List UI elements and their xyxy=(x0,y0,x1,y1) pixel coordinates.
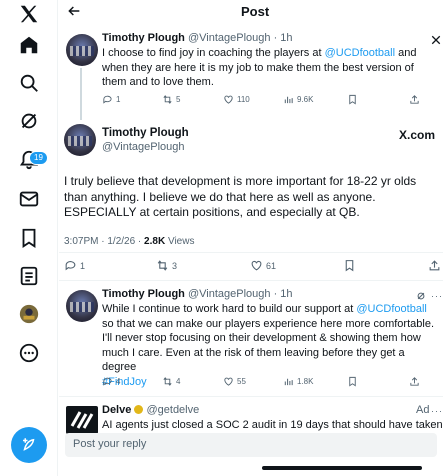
views-count: 2.8K xyxy=(144,236,166,247)
sidebar-nav: 19 xyxy=(0,0,58,476)
more-options-icon[interactable]: ··· xyxy=(431,406,443,416)
repost-button[interactable]: 4 xyxy=(162,376,180,387)
repost-button[interactable]: 5 xyxy=(162,94,180,105)
messages-icon[interactable] xyxy=(17,187,41,211)
heart-icon xyxy=(224,377,233,386)
reply-button[interactable]: 1 xyxy=(64,259,85,272)
heart-icon xyxy=(251,260,262,271)
post-detail-column: Post Timothy Plough @VintagePlough · 1h … xyxy=(59,0,443,476)
more-icon[interactable] xyxy=(17,341,41,365)
bookmark-icon xyxy=(349,94,356,105)
post-meta: 3:07PM · 1/2/26 · 2.8K Views xyxy=(64,236,195,247)
bookmark-button[interactable] xyxy=(343,259,356,272)
lists-icon[interactable] xyxy=(17,264,41,288)
avatar[interactable] xyxy=(66,290,98,322)
reply-icon xyxy=(65,261,76,271)
views-button[interactable]: 1.8K xyxy=(283,376,313,387)
bookmark-button[interactable] xyxy=(347,376,358,387)
thread-connector xyxy=(80,68,82,120)
author-name[interactable]: Timothy Plough xyxy=(102,288,185,300)
tweet-text: I truly believe that development is more… xyxy=(64,174,417,219)
ad-label: Ad xyxy=(416,404,430,416)
back-arrow-icon[interactable] xyxy=(66,3,82,24)
timestamp[interactable]: · 1h xyxy=(274,32,293,44)
tweet-actions: 1 3 61 xyxy=(64,259,441,273)
share-button[interactable] xyxy=(409,94,420,105)
notification-count-badge: 19 xyxy=(29,151,48,165)
share-button[interactable] xyxy=(409,376,420,387)
page-title: Post xyxy=(241,4,270,19)
mention-link[interactable]: @UCDfootball xyxy=(325,47,395,59)
tweet-actions: 4 4 55 1.8K xyxy=(102,376,437,390)
repost-icon xyxy=(163,95,172,104)
share-icon xyxy=(410,377,419,386)
heart-icon xyxy=(224,95,233,104)
avatar[interactable] xyxy=(66,34,98,66)
reply-button[interactable]: 4 xyxy=(102,376,120,387)
verified-badge-icon xyxy=(134,405,144,414)
grok-icon[interactable] xyxy=(17,109,41,133)
reply-icon xyxy=(103,377,112,386)
tweet-author[interactable]: Timothy Plough @VintagePlough · 1h xyxy=(102,32,293,44)
tweet-author[interactable]: Timothy Plough @VintagePlough · 1h xyxy=(102,288,293,300)
more-options-icon[interactable]: ··· xyxy=(431,291,443,301)
bookmarks-icon[interactable] xyxy=(17,226,41,250)
bookmark-icon xyxy=(349,376,356,387)
share-button[interactable] xyxy=(428,259,441,272)
share-icon xyxy=(429,260,440,271)
ad-text: AI agents just closed a SOC 2 audit in 1… xyxy=(102,419,443,431)
author-name[interactable]: Timothy Plough xyxy=(102,32,185,44)
author-handle[interactable]: @VintagePlough xyxy=(188,32,271,44)
reply-icon xyxy=(103,95,112,104)
author-name[interactable]: Timothy Plough xyxy=(102,127,189,139)
views-icon xyxy=(284,378,293,386)
author-handle[interactable]: @VintagePlough xyxy=(188,288,271,300)
repost-button[interactable]: 3 xyxy=(156,259,177,272)
divider xyxy=(59,252,443,253)
home-icon[interactable] xyxy=(17,33,41,57)
repost-icon xyxy=(157,260,168,271)
author-name[interactable]: Delve xyxy=(102,404,131,416)
x-logo-icon[interactable] xyxy=(17,2,41,26)
search-icon[interactable] xyxy=(17,71,41,95)
like-button[interactable]: 55 xyxy=(223,376,246,387)
tweet-actions: 1 5 110 9.6K xyxy=(102,94,437,108)
timestamp[interactable]: · 1h xyxy=(274,288,293,300)
source-label[interactable]: X.com xyxy=(399,128,435,142)
repost-icon xyxy=(163,377,172,386)
author-handle[interactable]: @VintagePlough xyxy=(102,141,185,153)
author-handle[interactable]: @getdelve xyxy=(146,404,199,416)
divider xyxy=(59,280,443,281)
bookmark-button[interactable] xyxy=(347,94,358,105)
bookmark-icon xyxy=(345,260,354,272)
ad-author[interactable]: Delve @getdelve xyxy=(102,404,199,416)
like-button[interactable]: 61 xyxy=(250,259,276,272)
delve-logo[interactable] xyxy=(66,406,98,434)
profile-avatar[interactable] xyxy=(17,302,41,326)
reply-input[interactable]: Post your reply xyxy=(65,433,437,457)
top-bar: Post xyxy=(59,0,443,24)
mention-link[interactable]: @UCDfootball xyxy=(356,303,426,315)
feather-plus-icon xyxy=(23,438,35,451)
share-icon xyxy=(410,95,419,104)
reply-button[interactable]: 1 xyxy=(102,94,120,105)
compose-post-button[interactable] xyxy=(11,427,47,463)
views-icon xyxy=(284,96,293,104)
home-indicator xyxy=(262,466,422,470)
divider xyxy=(59,396,443,397)
views-button[interactable]: 9.6K xyxy=(283,94,313,105)
tweet-text: I choose to find joy in coaching the pla… xyxy=(102,47,417,88)
like-button[interactable]: 110 xyxy=(223,94,250,105)
avatar[interactable] xyxy=(64,124,96,156)
